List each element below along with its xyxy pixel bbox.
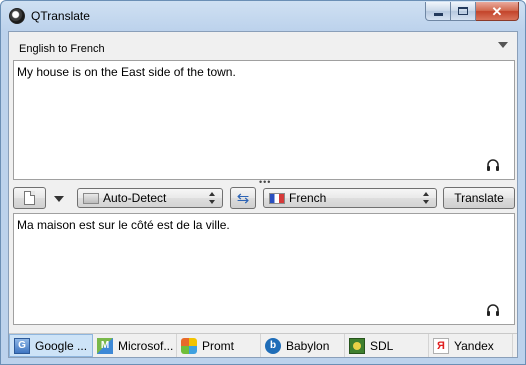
minimize-button[interactable]: [425, 2, 451, 21]
translation-text-area[interactable]: Ma maison est sur le côté est de la vill…: [13, 213, 515, 325]
close-button[interactable]: ✕: [476, 2, 519, 21]
google-icon: G: [14, 337, 30, 354]
minimize-icon: [433, 12, 443, 16]
service-tab-yandex[interactable]: Я Yandex: [429, 334, 513, 357]
promt-icon: [181, 337, 197, 354]
target-language-value: French: [289, 191, 327, 205]
updown-arrow-icon: [423, 192, 430, 204]
service-tab-microsoft[interactable]: M Microsof...: [93, 334, 177, 357]
babylon-icon: b: [265, 337, 281, 354]
translation-direction-bar[interactable]: English to French: [9, 32, 517, 60]
service-label: Babylon: [286, 338, 330, 353]
listen-translation-icon[interactable]: [486, 304, 500, 316]
swap-languages-button[interactable]: ⇆: [230, 187, 256, 209]
sdl-icon: [349, 337, 365, 354]
direction-label: English to French: [19, 43, 105, 55]
source-text-area[interactable]: My house is on the East side of the town…: [13, 60, 515, 180]
service-label: SDL: [370, 338, 394, 353]
service-label: Microsof...: [118, 338, 174, 353]
main-panel: English to French My house is on the Eas…: [8, 31, 518, 358]
updown-arrow-icon: [209, 192, 216, 204]
window-title: QTranslate: [31, 9, 90, 23]
app-icon: [9, 8, 25, 24]
service-tab-sdl[interactable]: SDL: [345, 334, 429, 357]
source-text: My house is on the East side of the town…: [17, 65, 236, 79]
translate-button[interactable]: Translate: [443, 187, 515, 209]
service-label: Promt: [202, 338, 235, 353]
auto-detect-icon: [83, 192, 99, 204]
maximize-icon: [458, 7, 468, 15]
direction-dropdown-icon[interactable]: [498, 42, 508, 48]
qtranslate-window: QTranslate ✕ English to French My house …: [0, 0, 526, 365]
service-label: Yandex: [454, 338, 494, 353]
microsoft-icon: M: [97, 337, 113, 354]
service-label: Google ...: [35, 338, 88, 353]
service-tab-promt[interactable]: Promt: [177, 334, 261, 357]
new-dropdown-icon[interactable]: [54, 196, 64, 202]
translation-services-bar: G Google ... M Microsof... Promt b Babyl…: [9, 333, 517, 357]
service-tab-babylon[interactable]: b Babylon: [261, 334, 345, 357]
new-button[interactable]: [13, 187, 46, 209]
close-icon: ✕: [491, 3, 503, 19]
listen-source-icon[interactable]: [486, 159, 500, 171]
source-language-select[interactable]: Auto-Detect: [77, 188, 223, 208]
source-language-value: Auto-Detect: [103, 191, 167, 205]
window-controls: ✕: [425, 2, 519, 21]
maximize-button[interactable]: [451, 2, 476, 21]
translation-text: Ma maison est sur le côté est de la vill…: [17, 218, 230, 232]
yandex-icon: Я: [433, 337, 449, 354]
french-flag-icon: [269, 192, 285, 204]
language-toolbar: Auto-Detect ⇆ French Translate: [13, 186, 515, 210]
title-bar[interactable]: QTranslate ✕: [1, 1, 525, 31]
swap-icon: ⇆: [236, 189, 250, 207]
target-language-select[interactable]: French: [263, 188, 437, 208]
service-tab-google[interactable]: G Google ...: [9, 334, 93, 357]
new-page-icon: [24, 191, 35, 205]
